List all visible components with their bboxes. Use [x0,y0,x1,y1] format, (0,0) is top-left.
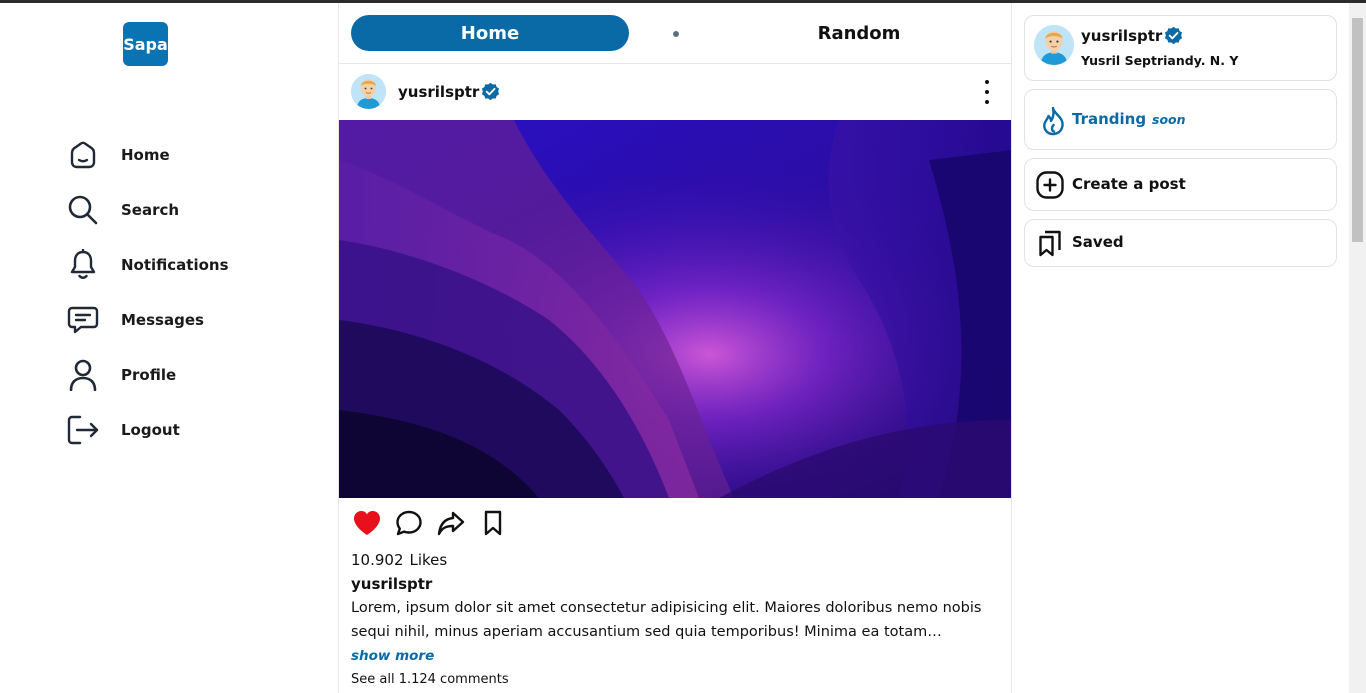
tab-random[interactable]: Random [779,15,939,51]
post-username[interactable]: yusrilsptr [398,83,479,101]
scrollbar-thumb[interactable] [1352,18,1363,242]
tab-home[interactable]: Home [351,15,629,51]
like-heart-icon[interactable] [352,508,382,538]
page-scrollbar[interactable] [1349,3,1366,693]
saved-label: Saved [1072,233,1124,251]
post-actions [339,498,1011,548]
bookmark-icon[interactable] [478,508,508,538]
search-icon [66,193,100,227]
flame-icon [1041,106,1067,140]
likes-count: 10.902 Likes [339,548,1011,572]
nav-label-profile: Profile [121,365,177,384]
post-avatar[interactable] [351,74,386,109]
plus-circle-icon [1036,171,1064,199]
app-logo[interactable]: Sapa [123,22,168,66]
nav-item-search[interactable]: Search [66,182,229,237]
trending-card[interactable]: Tranding soon [1024,89,1337,150]
nav-label-home: Home [121,145,170,164]
post-card: yusrilsptr 10.902 Likes yusrilsptr Lorem… [339,64,1011,692]
likes-label: Likes [409,551,448,569]
nav-item-logout[interactable]: Logout [66,402,229,457]
left-sidebar: Sapa Home Search Notifications Messages … [0,3,338,693]
nav-label-notifications: Notifications [121,255,229,274]
main-nav: Home Search Notifications Messages Profi… [66,127,229,457]
post-image[interactable] [339,120,1012,498]
create-post-card[interactable]: Create a post [1024,158,1337,211]
trending-label: Tranding [1072,110,1147,128]
nav-label-logout: Logout [121,420,180,439]
create-post-label: Create a post [1072,175,1186,193]
caption-username[interactable]: yusrilsptr [339,572,1011,596]
logout-icon [66,413,100,447]
home-icon [66,138,100,172]
tab-separator-dot [673,31,679,37]
nav-label-search: Search [121,200,180,219]
verified-badge-icon [1164,26,1183,45]
nav-item-messages[interactable]: Messages [66,292,229,347]
profile-username: yusrilsptr [1081,26,1163,45]
trending-soon-badge: soon [1152,112,1186,127]
nav-item-home[interactable]: Home [66,127,229,182]
likes-number: 10.902 [351,551,404,569]
feed-tabs: Home Random [339,3,1011,64]
message-icon [66,303,100,337]
show-more-link[interactable]: show more [339,644,1011,668]
post-header: yusrilsptr [339,64,1011,120]
profile-username-row: yusrilsptr [1081,26,1183,45]
post-username-row[interactable]: yusrilsptr [398,82,500,101]
nav-label-messages: Messages [121,310,204,329]
nav-item-profile[interactable]: Profile [66,347,229,402]
post-more-options-icon[interactable] [983,80,991,104]
see-all-comments-link[interactable]: See all 1.124 comments [339,668,1011,692]
share-icon[interactable] [436,508,466,538]
profile-avatar[interactable] [1034,25,1074,65]
saved-bookmarks-icon [1036,229,1064,257]
nav-item-notifications[interactable]: Notifications [66,237,229,292]
bell-icon [66,248,100,282]
verified-badge-icon [481,82,500,101]
user-icon [66,358,100,392]
comment-icon[interactable] [394,508,424,538]
saved-card[interactable]: Saved [1024,219,1337,267]
profile-card[interactable]: yusrilsptr Yusril Septriandy. N. Y [1024,15,1337,81]
profile-full-name: Yusril Septriandy. N. Y [1081,53,1239,68]
post-caption: Lorem, ipsum dolor sit amet consectetur … [351,600,982,640]
feed-column: Home Random yusrilsptr 10.902 Likes yusr… [338,3,1012,693]
